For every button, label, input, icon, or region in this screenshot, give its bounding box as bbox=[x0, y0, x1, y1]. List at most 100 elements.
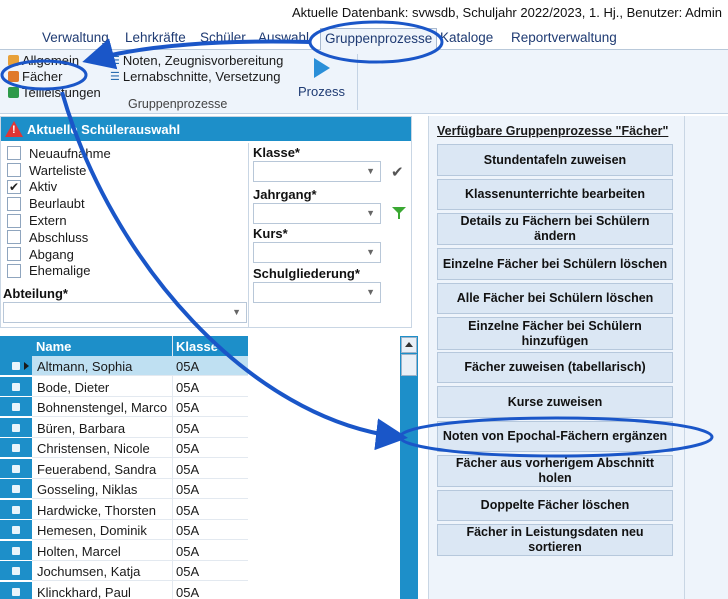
prozess-button[interactable]: Prozess bbox=[292, 54, 348, 102]
menu-schueler[interactable]: Schüler bbox=[200, 30, 246, 45]
ribbon-teilleistungen[interactable]: Teilleistungen bbox=[8, 85, 101, 100]
status-checkbox[interactable] bbox=[7, 163, 21, 178]
kurs-label: Kurs* bbox=[253, 226, 288, 241]
menu-reportverwaltung[interactable]: Reportverwaltung bbox=[511, 30, 617, 45]
row-selector[interactable] bbox=[0, 438, 32, 458]
klasse-combo[interactable]: ▼ bbox=[253, 161, 381, 182]
process-button-1[interactable]: Stundentafeln zuweisen bbox=[437, 144, 673, 176]
process-panel: Verfügbare Gruppenprozesse "Fächer" Stun… bbox=[428, 116, 684, 599]
status-option-aktiv[interactable]: ✔ Aktiv bbox=[7, 179, 247, 196]
ribbon-faecher[interactable]: Fächer bbox=[8, 69, 62, 84]
process-button-12[interactable]: Fächer in Leistungsdaten neu sortieren bbox=[437, 524, 673, 556]
ribbon-lernabschnitte[interactable]: ☰ Lernabschnitte, Versetzung bbox=[110, 69, 280, 84]
process-button-8[interactable]: Kurse zuweisen bbox=[437, 386, 673, 418]
process-button-10[interactable]: Fächer aus vorherigem Abschnitt holen bbox=[437, 455, 673, 487]
menu-kataloge[interactable]: Kataloge bbox=[440, 30, 493, 45]
list-icon: ☰ bbox=[110, 55, 120, 67]
cell-klasse: 05A bbox=[176, 584, 200, 599]
status-checkbox[interactable] bbox=[7, 213, 21, 228]
status-option-warteliste[interactable]: Warteliste bbox=[7, 162, 247, 179]
row-selector[interactable] bbox=[0, 540, 32, 561]
scroll-thumb[interactable] bbox=[401, 354, 417, 376]
table-row[interactable]: Bohnenstengel, Marco 05A bbox=[0, 397, 248, 417]
ribbon: Allgemein Fächer Teilleistungen ☰ Noten,… bbox=[0, 50, 728, 114]
row-selector[interactable] bbox=[0, 499, 32, 520]
menu-lehrkraefte[interactable]: Lehrkräfte bbox=[125, 30, 186, 45]
status-checkbox[interactable] bbox=[7, 230, 21, 245]
row-selector[interactable] bbox=[0, 458, 32, 479]
cell-klasse: 05A bbox=[176, 379, 200, 395]
row-selector[interactable] bbox=[0, 479, 32, 499]
table-row[interactable]: Holten, Marcel 05A bbox=[0, 540, 248, 561]
menu-verwaltung[interactable]: Verwaltung bbox=[42, 30, 109, 45]
table-row[interactable]: Hardwicke, Thorsten 05A bbox=[0, 499, 248, 520]
status-checkbox[interactable] bbox=[7, 263, 21, 278]
process-button-9[interactable]: Noten von Epochal-Fächern ergänzen bbox=[437, 421, 673, 452]
process-button-2[interactable]: Klassenunterrichte bearbeiten bbox=[437, 179, 673, 210]
menu-auswahl[interactable]: Auswahl bbox=[258, 30, 309, 45]
table-row[interactable]: Hemesen, Dominik 05A bbox=[0, 520, 248, 540]
status-checkbox[interactable] bbox=[7, 146, 21, 161]
process-button-11[interactable]: Doppelte Fächer löschen bbox=[437, 490, 673, 521]
cell-name: Bohnenstengel, Marco bbox=[37, 400, 168, 415]
student-selection-panel: Aktuelle Schülerauswahl NeuaufnahmeWarte… bbox=[0, 116, 412, 328]
table-row[interactable]: Feuerabend, Sandra 05A bbox=[0, 458, 248, 479]
row-selector[interactable] bbox=[0, 397, 32, 417]
row-selector[interactable] bbox=[0, 581, 32, 599]
status-option-extern[interactable]: Extern bbox=[7, 212, 247, 229]
cell-klasse: 05A bbox=[176, 543, 200, 559]
ribbon-allgemein[interactable]: Allgemein bbox=[8, 53, 79, 68]
process-button-5[interactable]: Alle Fächer bei Schülern löschen bbox=[437, 283, 673, 314]
chevron-down-icon: ▼ bbox=[366, 287, 375, 297]
column-name[interactable]: Name bbox=[36, 339, 71, 354]
row-selector[interactable] bbox=[0, 520, 32, 540]
table-row[interactable]: Altmann, Sophia 05A bbox=[0, 356, 248, 376]
table-row[interactable]: Gosseling, Niklas 05A bbox=[0, 479, 248, 499]
filter-icon[interactable] bbox=[391, 205, 407, 221]
process-button-6[interactable]: Einzelne Fächer bei Schülern hinzufügen bbox=[437, 317, 673, 350]
table-row[interactable]: Bode, Dieter 05A bbox=[0, 376, 248, 397]
row-checkbox-icon bbox=[12, 546, 20, 555]
row-selector[interactable] bbox=[0, 561, 32, 581]
status-option-neuaufnahme[interactable]: Neuaufnahme bbox=[7, 145, 247, 162]
status-checkbox[interactable] bbox=[7, 247, 21, 262]
ribbon-noten[interactable]: ☰ Noten, Zeugnisvorbereitung bbox=[110, 53, 283, 68]
table-row[interactable]: Klinckhard, Paul 05A bbox=[0, 581, 248, 599]
chevron-down-icon: ▼ bbox=[366, 247, 375, 257]
menu-gruppenprozesse[interactable]: Gruppenprozesse bbox=[320, 28, 438, 51]
process-button-7[interactable]: Fächer zuweisen (tabellarisch) bbox=[437, 352, 673, 383]
table-row[interactable]: Christensen, Nicole 05A bbox=[0, 438, 248, 458]
schulgliederung-combo[interactable]: ▼ bbox=[253, 282, 381, 303]
chevron-down-icon: ▼ bbox=[366, 166, 375, 176]
scroll-up-button[interactable] bbox=[401, 337, 417, 353]
status-option-abgang[interactable]: Abgang bbox=[7, 246, 247, 263]
row-checkbox-icon bbox=[12, 423, 20, 432]
process-button-4[interactable]: Einzelne Fächer bei Schülern löschen bbox=[437, 248, 673, 280]
jahrgang-combo[interactable]: ▼ bbox=[253, 203, 381, 224]
status-label: Warteliste bbox=[29, 162, 87, 178]
abteilung-combo[interactable]: ▼ bbox=[3, 302, 247, 323]
status-checkbox[interactable] bbox=[7, 196, 21, 211]
status-label: Beurlaubt bbox=[29, 196, 85, 212]
kurs-combo[interactable]: ▼ bbox=[253, 242, 381, 263]
row-selector[interactable] bbox=[0, 356, 32, 376]
check-icon[interactable]: ✔ bbox=[391, 163, 404, 181]
grid-scrollbar[interactable] bbox=[400, 336, 418, 599]
table-row[interactable]: Büren, Barbara 05A bbox=[0, 417, 248, 438]
current-row-icon bbox=[24, 362, 29, 370]
student-grid: Name Klasse Altmann, Sophia 05A Bode, Diet… bbox=[0, 336, 420, 599]
cell-name: Bode, Dieter bbox=[37, 379, 110, 395]
status-checkbox[interactable]: ✔ bbox=[7, 179, 21, 194]
row-selector[interactable] bbox=[0, 376, 32, 397]
row-selector[interactable] bbox=[0, 417, 32, 438]
row-checkbox-icon bbox=[12, 526, 20, 534]
status-option-beurlaubt[interactable]: Beurlaubt bbox=[7, 195, 247, 212]
cell-name: Gosseling, Niklas bbox=[37, 482, 138, 497]
column-klasse[interactable]: Klasse bbox=[176, 339, 218, 354]
process-button-3[interactable]: Details zu Fächern bei Schülern ändern bbox=[437, 213, 673, 245]
status-option-abschluss[interactable]: Abschluss bbox=[7, 229, 247, 246]
abteilung-label: Abteilung* bbox=[3, 286, 68, 301]
status-option-ehemalige[interactable]: Ehemalige bbox=[7, 263, 247, 280]
status-label: Abgang bbox=[29, 246, 74, 262]
table-row[interactable]: Jochumsen, Katja 05A bbox=[0, 561, 248, 581]
